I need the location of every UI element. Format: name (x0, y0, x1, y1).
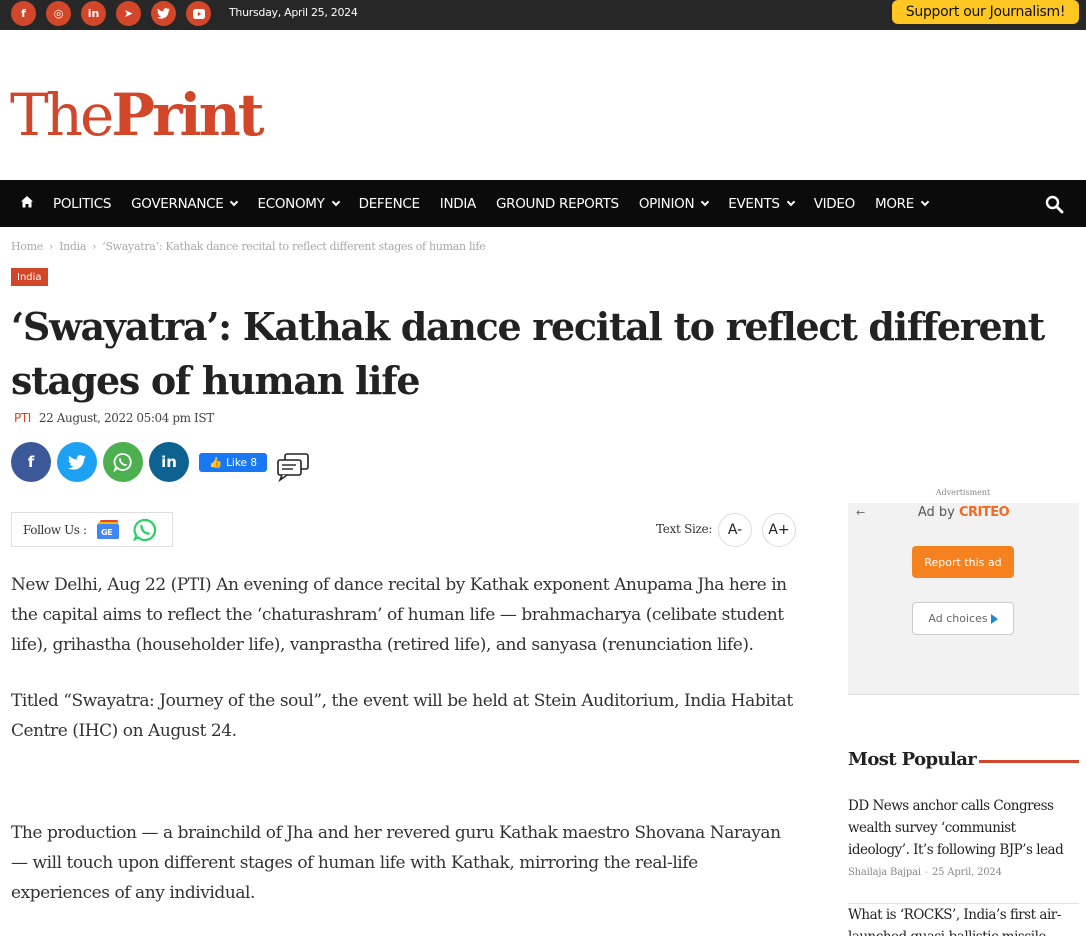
ad-choices-button[interactable]: Ad choices (912, 602, 1014, 635)
twitter-icon[interactable] (151, 1, 176, 26)
chevron-down-icon (920, 197, 930, 206)
most-popular-headline[interactable]: What is ‘ROCKS’, India’s first air-launc… (848, 904, 1079, 936)
nav-item-label: GROUND REPORTS (495, 195, 619, 212)
share-linkedin-button[interactable]: in (149, 442, 189, 482)
ad-choices-icon (990, 613, 998, 624)
home-icon[interactable] (20, 195, 34, 209)
article-paragraph: The production — a brainchild of Jha and… (11, 823, 781, 903)
nav-item-label: POLITICS (53, 195, 112, 212)
author-link[interactable]: PTI (14, 411, 31, 425)
whatsapp-icon (113, 453, 132, 472)
nav-items: POLITICS GOVERNANCE ECONOMY DEFENCE INDIA GRO… (53, 180, 948, 227)
facebook-like-button[interactable]: 👍 Like 8 (199, 453, 267, 472)
article-byline: PTI 22 August, 2022 05:04 pm IST (14, 411, 214, 425)
text-size-decrease-button[interactable]: A- (718, 513, 752, 547)
criteo-logo: CRITEO (958, 505, 1010, 520)
most-popular-meta: Shailaja Bajpai -25 April, 2024 (848, 867, 1002, 878)
chevron-down-icon (331, 197, 340, 206)
ad-label: Advertisment (935, 488, 991, 497)
most-popular-author[interactable]: Shailaja Bajpai (848, 867, 921, 878)
most-popular-headline[interactable]: DD News anchor calls Congress wealth sur… (848, 795, 1079, 861)
chevron-down-icon (701, 197, 710, 206)
heading-divider (979, 760, 1079, 763)
most-popular-heading: Most Popular (848, 749, 977, 770)
nav-item-label: GOVERNANCE (131, 195, 224, 212)
nav-item-ground-reports[interactable]: GROUND REPORTS (496, 196, 619, 212)
share-whatsapp-button[interactable] (103, 442, 143, 482)
support-journalism-button[interactable]: Support our Journalism! (892, 0, 1079, 24)
nav-item-governance[interactable]: GOVERNANCE (131, 195, 239, 212)
text-size-increase-button[interactable]: A+ (762, 513, 796, 547)
report-ad-button[interactable]: Report this ad (912, 546, 1014, 578)
nav-item-economy[interactable]: ECONOMY (257, 195, 340, 212)
google-news-icon[interactable]: GE (96, 519, 121, 540)
theprint-logo[interactable]: ThePrint (10, 80, 265, 150)
text-size-label: Text Size: (656, 522, 713, 536)
article-paragraph: New Delhi, Aug 22 (PTI) An evening of da… (11, 575, 787, 655)
category-tag[interactable]: India (11, 268, 48, 286)
nav-item-label: ECONOMY (257, 195, 325, 212)
linkedin-icon[interactable]: in (81, 1, 106, 26)
social-links: f ◎ in ➤ (11, 1, 221, 26)
facebook-icon[interactable]: f (11, 1, 36, 26)
nav-item-india[interactable]: INDIA (439, 195, 477, 212)
svg-text:GE: GE (101, 528, 112, 537)
ad-choices-label: Ad choices (928, 612, 988, 625)
logo-print: Print (111, 81, 264, 149)
chevron-down-icon (230, 197, 239, 206)
chevron-down-icon (786, 197, 795, 206)
facebook-icon: f (27, 453, 35, 471)
linkedin-icon: in (161, 453, 177, 471)
nav-item-label: INDIA (439, 195, 477, 212)
whatsapp-icon[interactable] (132, 518, 157, 542)
search-icon[interactable] (1045, 195, 1064, 214)
thumbs-up-icon: 👍 (208, 457, 223, 469)
ad-by-criteo[interactable]: Ad by CRITEO (848, 505, 1079, 520)
youtube-icon[interactable] (186, 1, 211, 26)
nav-item-more[interactable]: MORE (874, 195, 930, 212)
publish-date: 22 August, 2022 05:04 pm IST (38, 411, 214, 425)
nav-item-defence[interactable]: DEFENCE (359, 196, 420, 212)
instagram-icon[interactable]: ◎ (46, 1, 71, 26)
article-title: ‘Swayatra’: Kathak dance recital to refl… (11, 304, 1045, 403)
current-date: Thursday, April 25, 2024 (229, 6, 358, 19)
main-nav: POLITICS GOVERNANCE ECONOMY DEFENCE INDIA GRO… (0, 180, 1086, 227)
breadcrumb-separator: › (48, 240, 54, 253)
nav-item-politics[interactable]: POLITICS (53, 196, 111, 212)
follow-us-box: Follow Us : GE (11, 512, 173, 547)
breadcrumb: Home › India › ‘Swayatra’: Kathak dance … (11, 240, 486, 253)
top-bar: f ◎ in ➤ Thursday, April 25, 2024 Suppor… (0, 0, 1086, 30)
nav-item-label: DEFENCE (358, 195, 420, 212)
like-count: Like 8 (226, 456, 258, 469)
breadcrumb-current: ‘Swayatra’: Kathak dance recital to refl… (102, 240, 486, 253)
logo-the: The (10, 81, 114, 149)
article-paragraph: Titled “Swayatra: Journey of the soul”, … (11, 691, 793, 741)
share-twitter-button[interactable] (57, 442, 97, 482)
nav-item-label: OPINION (638, 195, 695, 212)
nav-item-opinion[interactable]: OPINION (638, 195, 710, 212)
most-popular-item[interactable]: What is ‘ROCKS’, India’s first air-launc… (848, 904, 1079, 936)
breadcrumb-section[interactable]: India (59, 240, 86, 253)
most-popular-item[interactable]: DD News anchor calls Congress wealth sur… (848, 795, 1079, 878)
ad-slot: ← Ad by CRITEO Report this ad Ad choices (848, 503, 1079, 695)
nav-item-events[interactable]: EVENTS (728, 195, 795, 212)
ad-by-label: Ad by (917, 505, 955, 520)
nav-item-video[interactable]: VIDEO (813, 195, 856, 212)
breadcrumb-home[interactable]: Home (11, 240, 43, 253)
twitter-icon (68, 454, 86, 470)
breadcrumb-separator: › (92, 240, 97, 253)
follow-us-label: Follow Us : (23, 522, 87, 537)
most-popular-date: 25 April, 2024 (932, 867, 1002, 878)
share-buttons: f in (11, 442, 195, 482)
nav-item-label: EVENTS (728, 195, 780, 212)
nav-item-label: VIDEO (813, 195, 856, 212)
telegram-icon[interactable]: ➤ (116, 1, 141, 26)
share-facebook-button[interactable]: f (11, 442, 51, 482)
nav-item-label: MORE (874, 195, 914, 212)
comment-icon[interactable] (276, 452, 310, 482)
